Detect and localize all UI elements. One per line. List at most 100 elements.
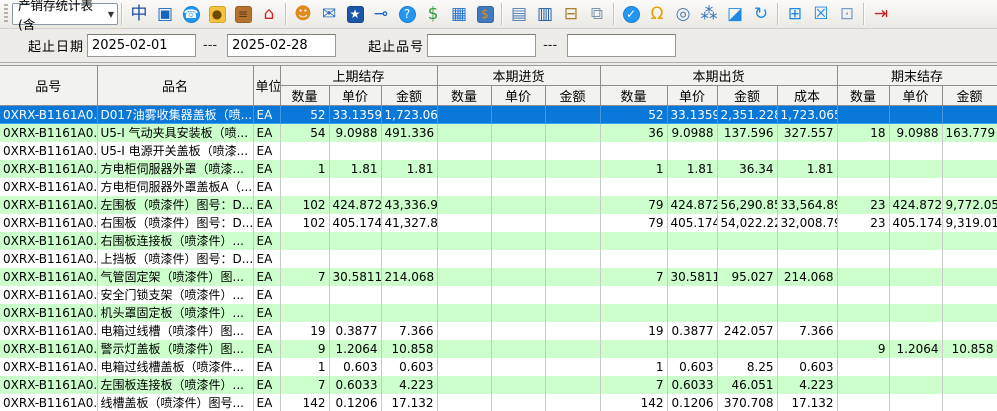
col-header-out-price[interactable]: 单价 xyxy=(667,86,717,106)
user-dollar-icon[interactable]: $ xyxy=(472,2,498,27)
col-header-end-qty[interactable]: 数量 xyxy=(837,86,889,106)
home-icon: ⌂ xyxy=(264,6,275,23)
table-row[interactable]: 0XRX-B1161A0...线槽盖板（喷漆件）图号...EA1420.1206… xyxy=(0,394,997,411)
table-row[interactable]: 0XRX-B1161A0...左围板连接板（喷漆件）...EA70.60334.… xyxy=(0,376,997,394)
col-header-item-name[interactable]: 品名 xyxy=(97,66,253,106)
cell-prev-qty: 9 xyxy=(280,340,329,358)
cell-prev-qty: 102 xyxy=(280,214,329,232)
translate-icon[interactable]: 中 xyxy=(126,2,152,27)
monitor-cursor-icon[interactable]: ◪ xyxy=(722,2,748,27)
cell-ship-qty xyxy=(600,304,667,322)
cell-unit: EA xyxy=(253,160,280,178)
col-header-prev-price[interactable]: 单价 xyxy=(329,86,381,106)
cell-ending-qty: 23 xyxy=(837,196,889,214)
cell-ship-price: 9.0988 xyxy=(667,124,717,142)
cell-purchase-qty xyxy=(437,358,491,376)
cell-ending-amount xyxy=(942,160,997,178)
col-header-end-amount[interactable]: 金额 xyxy=(942,86,997,106)
briefcase-icon[interactable]: ≡ xyxy=(230,2,256,27)
cell-purchase-price xyxy=(491,250,545,268)
table-row[interactable]: 0XRX-B1161A0...安全门锁支架（喷漆件）...EA xyxy=(0,286,997,304)
date-to-input[interactable] xyxy=(227,34,336,57)
mail-icon[interactable]: ✉ xyxy=(316,2,342,27)
table-row[interactable]: 0XRX-B1161A0...方电柜伺服器外罩盖板A（...EA xyxy=(0,178,997,196)
date-from-input[interactable] xyxy=(87,34,196,57)
group-header-prev-balance[interactable]: 上期结存 xyxy=(280,66,437,86)
group-header-shipments[interactable]: 本期出货 xyxy=(600,66,837,86)
cell-ending-qty xyxy=(837,394,889,411)
col-header-in-amount[interactable]: 金额 xyxy=(545,86,600,106)
check-icon[interactable]: ✓ xyxy=(618,2,644,27)
report-type-label: 产销存统计表(含 xyxy=(18,0,104,33)
close-window-icon[interactable]: ☒ xyxy=(808,2,834,27)
col-header-prev-qty[interactable]: 数量 xyxy=(280,86,329,106)
sitemap-icon: ⁂ xyxy=(701,6,718,23)
cell-purchase-qty xyxy=(437,160,491,178)
table-row[interactable]: 0XRX-B1161A0...机头罩固定板（喷漆件）...EA xyxy=(0,304,997,322)
col-header-out-cost[interactable]: 成本 xyxy=(777,86,837,106)
key-icon[interactable]: ⊸ xyxy=(368,2,394,27)
item-to-input[interactable] xyxy=(567,34,676,57)
help-icon[interactable]: ? xyxy=(394,2,420,27)
table-row[interactable]: 0XRX-B1161A0...气管固定架（喷漆件）图...EA730.58112… xyxy=(0,268,997,286)
col-header-end-price[interactable]: 单价 xyxy=(889,86,942,106)
cell-ending-qty xyxy=(837,268,889,286)
report-type-dropdown[interactable]: 产销存统计表(含 ▼ xyxy=(12,3,118,25)
table-row[interactable]: 0XRX-B1161A0...左围板（喷漆件）图号：D...EA102424.8… xyxy=(0,196,997,214)
item-from-input[interactable] xyxy=(427,34,536,57)
computer-icon[interactable]: ▣ xyxy=(152,2,178,27)
table-row[interactable]: 0XRX-B1161A0...U5-I 气动夹具安装板（喷...EA549.09… xyxy=(0,124,997,142)
col-header-unit[interactable]: 单位 xyxy=(253,66,280,106)
cascade-icon[interactable]: ⊡ xyxy=(834,2,860,27)
group-header-purchases[interactable]: 本期进货 xyxy=(437,66,600,86)
table-row[interactable]: 0XRX-B1161A0...右围板连接板（喷漆件）...EA xyxy=(0,232,997,250)
refresh-icon[interactable]: ↻ xyxy=(748,2,774,27)
cell-purchase-amount xyxy=(545,322,600,340)
table-row[interactable]: 0XRX-B1161A0...D017油雾收集器盖板（喷...EA5233.13… xyxy=(0,106,997,124)
ledger-icon[interactable]: ▥ xyxy=(532,2,558,27)
dollar-icon[interactable]: $ xyxy=(420,2,446,27)
col-header-in-price[interactable]: 单价 xyxy=(491,86,545,106)
cell-ending-qty xyxy=(837,358,889,376)
cell-purchase-amount xyxy=(545,250,600,268)
home-icon[interactable]: ⌂ xyxy=(256,2,282,27)
cell-ship-qty xyxy=(600,286,667,304)
group-header-ending-balance[interactable]: 期末结存 xyxy=(837,66,997,86)
table-row[interactable]: 0XRX-B1161A0...电箱过线槽盖板（喷漆件...EA10.6030.6… xyxy=(0,358,997,376)
phone-icon[interactable]: ☎ xyxy=(178,2,204,27)
table-row[interactable]: 0XRX-B1161A0...上挡板（喷漆件）图号：D...EA xyxy=(0,250,997,268)
drawer-icon[interactable]: ⊟ xyxy=(558,2,584,27)
col-header-out-qty[interactable]: 数量 xyxy=(600,86,667,106)
toolbar-grip[interactable] xyxy=(4,4,8,24)
cell-item-name: D017油雾收集器盖板（喷... xyxy=(97,106,253,124)
users-icon[interactable]: ☻ xyxy=(290,2,316,27)
cell-unit: EA xyxy=(253,286,280,304)
table-row[interactable]: 0XRX-B1161A0...方电柜伺服器外罩（喷漆...EA11.811.81… xyxy=(0,160,997,178)
cell-ship-amount xyxy=(717,340,777,358)
table-row[interactable]: 0XRX-B1161A0...U5-I 电源开关盖板（喷漆...EA xyxy=(0,142,997,160)
col-header-in-qty[interactable]: 数量 xyxy=(437,86,491,106)
doc-search-icon[interactable]: ◎ xyxy=(670,2,696,27)
cart-icon[interactable]: ▦ xyxy=(446,2,472,27)
report-refresh-icon[interactable]: ▤ xyxy=(506,2,532,27)
table-row[interactable]: 0XRX-B1161A0...电箱过线槽（喷漆件）图...EA190.38777… xyxy=(0,322,997,340)
table-row[interactable]: 0XRX-B1161A0...右围板（喷漆件）图号：D...EA102405.1… xyxy=(0,214,997,232)
sitemap-icon[interactable]: ⁂ xyxy=(696,2,722,27)
dollar-icon: $ xyxy=(428,6,439,23)
bell-icon[interactable]: Ω xyxy=(644,2,670,27)
col-header-out-amount[interactable]: 金额 xyxy=(717,86,777,106)
copy-icon[interactable]: ⧉ xyxy=(584,2,610,27)
cell-ship-price: 424.872 xyxy=(667,196,717,214)
cell-purchase-qty xyxy=(437,106,491,124)
col-header-prev-amount[interactable]: 金额 xyxy=(381,86,437,106)
col-header-item-no[interactable]: 品号 xyxy=(0,66,97,106)
exit-icon[interactable]: ⇥ xyxy=(868,2,894,27)
table-row[interactable]: 0XRX-B1161A0...警示灯盖板（喷漆件）图...EA91.206410… xyxy=(0,340,997,358)
notebook-star-icon[interactable]: ★ xyxy=(342,2,368,27)
toolbar-separator xyxy=(501,3,503,25)
window-icon[interactable]: ⊞ xyxy=(782,2,808,27)
lock-key-icon[interactable]: ● xyxy=(204,2,230,27)
cell-prev-amount: 41,327.814 xyxy=(381,214,437,232)
cell-purchase-amount xyxy=(545,196,600,214)
key-icon: ⊸ xyxy=(374,6,388,23)
